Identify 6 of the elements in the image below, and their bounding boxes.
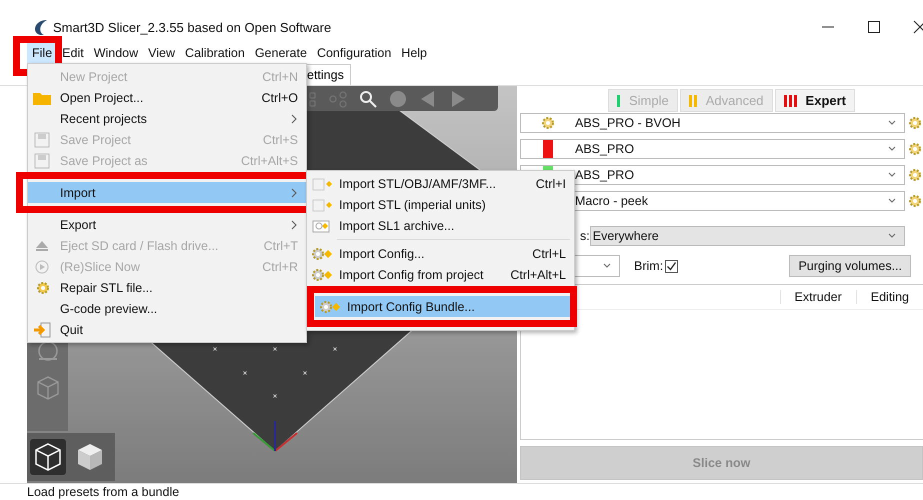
status-text: Load presets from a bundle: [27, 485, 180, 499]
window-title: Smart3D Slicer_2.3.55 based on Open Software: [53, 20, 332, 34]
column-header: Editing: [856, 290, 923, 304]
field-label: Brim:: [634, 259, 664, 273]
field-label: s:: [580, 229, 590, 243]
column-header: Extruder: [780, 290, 856, 304]
